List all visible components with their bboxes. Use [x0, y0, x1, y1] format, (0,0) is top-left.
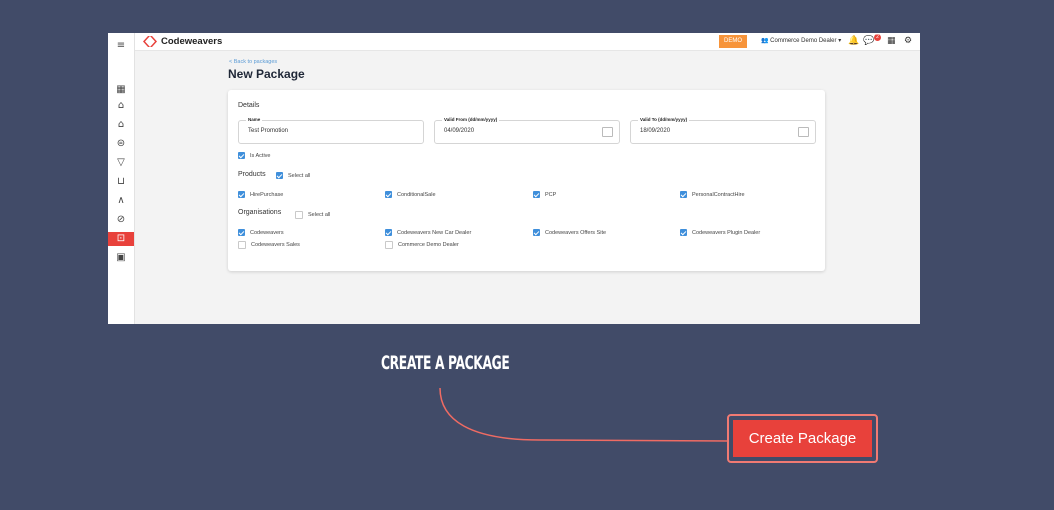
organisations-heading: Organisations [238, 209, 282, 216]
checkbox-checked-icon [680, 229, 687, 236]
valid-to-label: Valid To (dd/mm/yyyy) [638, 116, 690, 124]
name-value: Test Promotion [248, 128, 289, 134]
funnel-icon[interactable]: ▽ [108, 156, 134, 170]
product-label: PersonalContractHire [692, 191, 745, 198]
settings-gear-icon[interactable]: ⚙ [904, 35, 912, 48]
checkbox-unchecked-icon [238, 241, 246, 249]
car-icon[interactable]: ⊜ [108, 137, 134, 151]
product-label: HirePurchase [250, 191, 284, 198]
gauge-icon[interactable]: ⊘ [108, 213, 134, 227]
sidebar: ≡ ▦ ⌂ ⌂ ⊜ ▽ ⊔ ∧ ⊘ ⊡ ▣ [108, 33, 135, 324]
organisation-label: Codeweavers Plugin Dealer [692, 229, 761, 236]
checkbox-checked-icon [385, 229, 392, 236]
codeweavers-logo-icon [143, 36, 157, 47]
organisations-select-all-checkbox[interactable]: Select all [295, 211, 330, 219]
hamburger-menu-icon[interactable]: ≡ [108, 39, 134, 53]
page-title: New Package [228, 67, 305, 81]
organisation-checkbox[interactable]: Codeweavers [238, 229, 284, 236]
details-heading: Details [238, 102, 260, 109]
valid-to-value: 18/09/2020 [640, 128, 671, 134]
name-label: Name [246, 116, 263, 124]
organisation-checkbox[interactable]: Codeweavers Sales [238, 241, 300, 249]
road-icon[interactable]: ∧ [108, 194, 134, 208]
app-screenshot: ≡ ▦ ⌂ ⌂ ⊜ ▽ ⊔ ∧ ⊘ ⊡ ▣ Codeweavers DEMO 👥… [108, 33, 920, 324]
apps-grid-icon[interactable]: ▦ [887, 35, 896, 48]
checkbox-unchecked-icon [295, 211, 303, 219]
organisation-checkbox[interactable]: Codeweavers Offers Site [533, 229, 606, 236]
package-form-card: Details Name Test Promotion Valid From (… [228, 90, 825, 271]
create-package-button[interactable]: Create Package [733, 420, 872, 457]
brand-name: Codeweavers [161, 36, 223, 47]
checkbox-checked-icon [238, 229, 245, 236]
checkbox-checked-icon [238, 191, 245, 198]
organisation-checkbox[interactable]: Codeweavers Plugin Dealer [680, 229, 760, 236]
organisation-checkbox[interactable]: Commerce Demo Dealer [385, 241, 459, 249]
checkbox-checked-icon [533, 229, 540, 236]
product-checkbox[interactable]: HirePurchase [238, 191, 283, 198]
dealership-icon[interactable]: ⌂ [108, 118, 134, 132]
valid-from-field[interactable]: Valid From (dd/mm/yyyy) 04/09/2020 [434, 116, 620, 144]
notification-badge: 2 [874, 34, 881, 41]
product-label: ConditionalSale [397, 191, 436, 198]
checkbox-checked-icon [238, 152, 245, 159]
valid-from-value: 04/09/2020 [444, 128, 475, 134]
dashboard-icon[interactable]: ▦ [108, 83, 134, 97]
is-active-checkbox[interactable]: Is Active [238, 152, 270, 159]
products-select-all-label: Select all [288, 172, 311, 179]
products-heading: Products [238, 171, 266, 178]
product-checkbox[interactable]: ConditionalSale [385, 191, 436, 198]
checkbox-checked-icon [533, 191, 540, 198]
wallet-icon[interactable]: ▣ [108, 251, 134, 265]
product-checkbox[interactable]: PCP [533, 191, 556, 198]
demo-badge: DEMO [719, 35, 747, 48]
dealer-selector[interactable]: 👥 Commerce Demo Dealer ▾ [761, 36, 841, 47]
organisation-label: Codeweavers New Car Dealer [397, 229, 472, 236]
topbar: Codeweavers DEMO 👥 Commerce Demo Dealer … [135, 33, 920, 51]
dealer-label: Commerce Demo Dealer [770, 38, 837, 44]
tutorial-caption: Create a package [381, 352, 510, 374]
valid-to-field[interactable]: Valid To (dd/mm/yyyy) 18/09/2020 [630, 116, 816, 144]
valid-from-label: Valid From (dd/mm/yyyy) [442, 116, 500, 124]
products-select-all-checkbox[interactable]: Select all [276, 172, 310, 179]
organisation-label: Codeweavers Sales [251, 242, 300, 248]
back-to-packages-link[interactable]: < Back to packages [229, 59, 277, 65]
users-icon: 👥 [761, 38, 769, 44]
checkbox-checked-icon [680, 191, 687, 198]
organisation-label: Codeweavers Offers Site [545, 229, 607, 236]
calendar-icon[interactable] [602, 127, 613, 137]
packages-icon[interactable]: ⊡ [108, 232, 134, 246]
create-package-callout: Create Package [727, 414, 878, 463]
chat-icon[interactable]: 💬 [863, 35, 874, 48]
cart-icon[interactable]: ⊔ [108, 175, 134, 189]
product-checkbox[interactable]: PersonalContractHire [680, 191, 745, 198]
name-field[interactable]: Name Test Promotion [238, 116, 424, 144]
organisation-checkbox[interactable]: Codeweavers New Car Dealer [385, 229, 471, 236]
organisation-label: Codeweavers [250, 229, 284, 236]
checkbox-checked-icon [276, 172, 283, 179]
is-active-label: Is Active [250, 152, 271, 159]
calendar-icon[interactable] [798, 127, 809, 137]
brand-logo[interactable]: Codeweavers [143, 35, 222, 48]
checkbox-unchecked-icon [385, 241, 393, 249]
home-icon[interactable]: ⌂ [108, 99, 134, 113]
organisations-select-all-label: Select all [308, 212, 331, 218]
checkbox-checked-icon [385, 191, 392, 198]
organisation-label: Commerce Demo Dealer [398, 242, 459, 248]
bell-icon[interactable]: 🔔 [848, 35, 859, 48]
product-label: PCP [545, 191, 557, 198]
chevron-down-icon: ▾ [838, 38, 842, 44]
